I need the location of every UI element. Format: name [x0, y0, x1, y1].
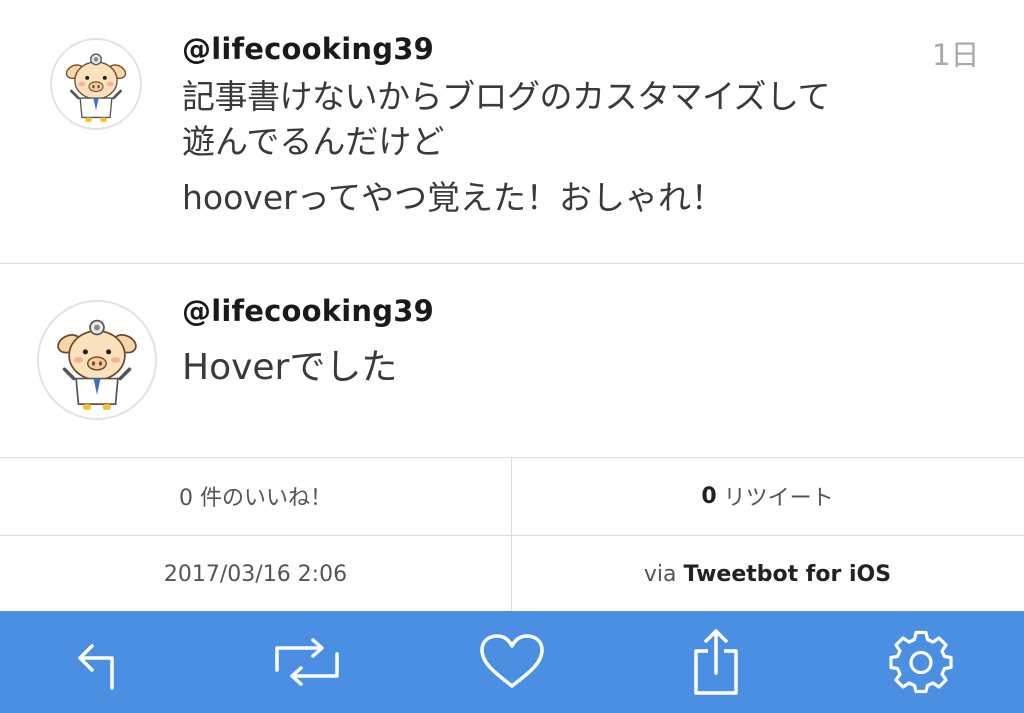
gear-icon [889, 630, 953, 694]
tweet-text-line: hooverってやつ覚えた！おしゃれ！ [182, 178, 725, 217]
tweet-previous[interactable]: @lifecooking39 1日 記事書けないからブログのカスタマイズして 遊… [0, 0, 1024, 263]
grid-divider-horizontal [0, 535, 1024, 536]
client-name: Tweetbot for iOS [683, 561, 892, 587]
avatar[interactable] [50, 38, 142, 130]
pig-doctor-avatar-image [39, 302, 155, 418]
share-icon [694, 629, 738, 695]
reply-button[interactable] [0, 611, 204, 713]
tweet-text-line: 記事書けないからブログのカスタマイズして [182, 77, 831, 116]
tweet-client[interactable]: via Tweetbot for iOS [512, 536, 1023, 612]
retweets-label: リツイート [716, 486, 834, 511]
retweets-count[interactable]: 0 リツイート [512, 458, 1023, 534]
likes-count[interactable]: 0 件のいいね！ [0, 458, 511, 534]
share-button[interactable] [614, 611, 818, 713]
via-prefix: via [643, 561, 684, 587]
datetime-text: 2017/03/16 2:06 [163, 561, 348, 587]
retweet-button[interactable] [205, 611, 409, 713]
reply-icon [78, 644, 114, 690]
pig-doctor-avatar-image [52, 40, 140, 128]
settings-button[interactable] [819, 611, 1023, 713]
tweet-handle[interactable]: @lifecooking39 [182, 32, 434, 66]
heart-icon [480, 634, 544, 688]
tweet-text-line: 遊んでるんだけど [182, 122, 445, 161]
avatar[interactable] [37, 300, 157, 420]
tweet-datetime: 2017/03/16 2:06 [0, 536, 511, 612]
tweet-handle[interactable]: @lifecooking39 [182, 294, 434, 328]
likes-label: 0 件のいいね！ [179, 486, 332, 511]
retweet-icon [275, 638, 339, 686]
tweet-timestamp: 1日 [932, 38, 980, 72]
like-button[interactable] [410, 611, 614, 713]
tweet-text: Hoverでした [182, 347, 398, 388]
retweets-number: 0 [701, 483, 717, 509]
action-toolbar [0, 611, 1024, 713]
tweet-focused[interactable]: @lifecooking39 Hoverでした [0, 264, 1024, 456]
tweet-stats-grid: 0 件のいいね！ 0 リツイート 2017/03/16 2:06 via Twe… [0, 457, 1024, 612]
